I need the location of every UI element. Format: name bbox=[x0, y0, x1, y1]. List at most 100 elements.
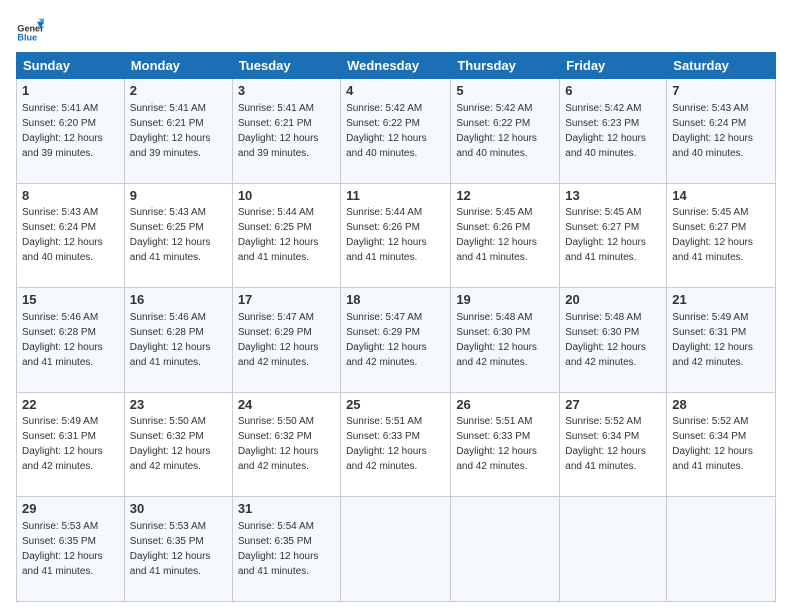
day-info: Sunrise: 5:44 AMSunset: 6:26 PMDaylight:… bbox=[346, 207, 427, 263]
day-info: Sunrise: 5:52 AMSunset: 6:34 PMDaylight:… bbox=[565, 416, 646, 472]
day-number: 1 bbox=[22, 82, 119, 100]
calendar-day-cell bbox=[341, 497, 451, 602]
day-info: Sunrise: 5:42 AMSunset: 6:23 PMDaylight:… bbox=[565, 103, 646, 159]
day-number: 11 bbox=[346, 187, 445, 205]
calendar-day-cell: 12 Sunrise: 5:45 AMSunset: 6:26 PMDaylig… bbox=[451, 183, 560, 288]
day-number: 5 bbox=[456, 82, 554, 100]
day-number: 26 bbox=[456, 396, 554, 414]
calendar-day-cell: 17 Sunrise: 5:47 AMSunset: 6:29 PMDaylig… bbox=[232, 288, 340, 393]
day-number: 18 bbox=[346, 291, 445, 309]
calendar-day-cell: 16 Sunrise: 5:46 AMSunset: 6:28 PMDaylig… bbox=[124, 288, 232, 393]
calendar-day-cell: 2 Sunrise: 5:41 AMSunset: 6:21 PMDayligh… bbox=[124, 79, 232, 184]
day-number: 16 bbox=[130, 291, 227, 309]
day-info: Sunrise: 5:46 AMSunset: 6:28 PMDaylight:… bbox=[22, 312, 103, 368]
day-info: Sunrise: 5:47 AMSunset: 6:29 PMDaylight:… bbox=[238, 312, 319, 368]
calendar-day-cell: 30 Sunrise: 5:53 AMSunset: 6:35 PMDaylig… bbox=[124, 497, 232, 602]
calendar-week-row: 1 Sunrise: 5:41 AMSunset: 6:20 PMDayligh… bbox=[17, 79, 776, 184]
day-number: 17 bbox=[238, 291, 335, 309]
day-info: Sunrise: 5:50 AMSunset: 6:32 PMDaylight:… bbox=[130, 416, 211, 472]
calendar-day-cell: 13 Sunrise: 5:45 AMSunset: 6:27 PMDaylig… bbox=[560, 183, 667, 288]
day-info: Sunrise: 5:48 AMSunset: 6:30 PMDaylight:… bbox=[565, 312, 646, 368]
day-number: 9 bbox=[130, 187, 227, 205]
calendar-day-cell: 31 Sunrise: 5:54 AMSunset: 6:35 PMDaylig… bbox=[232, 497, 340, 602]
calendar-day-cell: 9 Sunrise: 5:43 AMSunset: 6:25 PMDayligh… bbox=[124, 183, 232, 288]
calendar-day-cell: 28 Sunrise: 5:52 AMSunset: 6:34 PMDaylig… bbox=[667, 392, 776, 497]
calendar-day-cell: 4 Sunrise: 5:42 AMSunset: 6:22 PMDayligh… bbox=[341, 79, 451, 184]
day-of-week-header: Thursday bbox=[451, 53, 560, 79]
calendar-day-cell bbox=[667, 497, 776, 602]
day-info: Sunrise: 5:51 AMSunset: 6:33 PMDaylight:… bbox=[456, 416, 537, 472]
day-info: Sunrise: 5:41 AMSunset: 6:21 PMDaylight:… bbox=[238, 103, 319, 159]
day-info: Sunrise: 5:42 AMSunset: 6:22 PMDaylight:… bbox=[456, 103, 537, 159]
day-of-week-header: Monday bbox=[124, 53, 232, 79]
calendar-table: SundayMondayTuesdayWednesdayThursdayFrid… bbox=[16, 52, 776, 602]
calendar-day-cell: 27 Sunrise: 5:52 AMSunset: 6:34 PMDaylig… bbox=[560, 392, 667, 497]
day-of-week-header: Tuesday bbox=[232, 53, 340, 79]
day-number: 29 bbox=[22, 500, 119, 518]
calendar-header-row: SundayMondayTuesdayWednesdayThursdayFrid… bbox=[17, 53, 776, 79]
day-number: 10 bbox=[238, 187, 335, 205]
day-of-week-header: Sunday bbox=[17, 53, 125, 79]
day-number: 27 bbox=[565, 396, 661, 414]
calendar-day-cell: 15 Sunrise: 5:46 AMSunset: 6:28 PMDaylig… bbox=[17, 288, 125, 393]
calendar-day-cell: 22 Sunrise: 5:49 AMSunset: 6:31 PMDaylig… bbox=[17, 392, 125, 497]
logo: General Blue bbox=[16, 16, 50, 44]
calendar-day-cell: 7 Sunrise: 5:43 AMSunset: 6:24 PMDayligh… bbox=[667, 79, 776, 184]
calendar-week-row: 22 Sunrise: 5:49 AMSunset: 6:31 PMDaylig… bbox=[17, 392, 776, 497]
day-info: Sunrise: 5:49 AMSunset: 6:31 PMDaylight:… bbox=[672, 312, 753, 368]
calendar-day-cell: 25 Sunrise: 5:51 AMSunset: 6:33 PMDaylig… bbox=[341, 392, 451, 497]
day-number: 21 bbox=[672, 291, 770, 309]
calendar-day-cell: 3 Sunrise: 5:41 AMSunset: 6:21 PMDayligh… bbox=[232, 79, 340, 184]
day-number: 31 bbox=[238, 500, 335, 518]
day-info: Sunrise: 5:51 AMSunset: 6:33 PMDaylight:… bbox=[346, 416, 427, 472]
day-info: Sunrise: 5:49 AMSunset: 6:31 PMDaylight:… bbox=[22, 416, 103, 472]
calendar-week-row: 29 Sunrise: 5:53 AMSunset: 6:35 PMDaylig… bbox=[17, 497, 776, 602]
day-number: 20 bbox=[565, 291, 661, 309]
calendar-day-cell: 10 Sunrise: 5:44 AMSunset: 6:25 PMDaylig… bbox=[232, 183, 340, 288]
day-of-week-header: Friday bbox=[560, 53, 667, 79]
calendar-day-cell: 11 Sunrise: 5:44 AMSunset: 6:26 PMDaylig… bbox=[341, 183, 451, 288]
calendar-week-row: 8 Sunrise: 5:43 AMSunset: 6:24 PMDayligh… bbox=[17, 183, 776, 288]
calendar-day-cell: 18 Sunrise: 5:47 AMSunset: 6:29 PMDaylig… bbox=[341, 288, 451, 393]
day-info: Sunrise: 5:43 AMSunset: 6:24 PMDaylight:… bbox=[672, 103, 753, 159]
day-info: Sunrise: 5:45 AMSunset: 6:27 PMDaylight:… bbox=[565, 207, 646, 263]
day-info: Sunrise: 5:43 AMSunset: 6:24 PMDaylight:… bbox=[22, 207, 103, 263]
day-info: Sunrise: 5:53 AMSunset: 6:35 PMDaylight:… bbox=[130, 521, 211, 577]
day-info: Sunrise: 5:53 AMSunset: 6:35 PMDaylight:… bbox=[22, 521, 103, 577]
calendar-day-cell: 5 Sunrise: 5:42 AMSunset: 6:22 PMDayligh… bbox=[451, 79, 560, 184]
day-number: 24 bbox=[238, 396, 335, 414]
day-number: 15 bbox=[22, 291, 119, 309]
day-info: Sunrise: 5:44 AMSunset: 6:25 PMDaylight:… bbox=[238, 207, 319, 263]
day-number: 2 bbox=[130, 82, 227, 100]
calendar-day-cell: 1 Sunrise: 5:41 AMSunset: 6:20 PMDayligh… bbox=[17, 79, 125, 184]
day-number: 19 bbox=[456, 291, 554, 309]
day-number: 22 bbox=[22, 396, 119, 414]
calendar-day-cell bbox=[560, 497, 667, 602]
day-info: Sunrise: 5:50 AMSunset: 6:32 PMDaylight:… bbox=[238, 416, 319, 472]
day-info: Sunrise: 5:45 AMSunset: 6:27 PMDaylight:… bbox=[672, 207, 753, 263]
day-number: 7 bbox=[672, 82, 770, 100]
calendar-day-cell: 6 Sunrise: 5:42 AMSunset: 6:23 PMDayligh… bbox=[560, 79, 667, 184]
day-info: Sunrise: 5:47 AMSunset: 6:29 PMDaylight:… bbox=[346, 312, 427, 368]
day-info: Sunrise: 5:48 AMSunset: 6:30 PMDaylight:… bbox=[456, 312, 537, 368]
day-number: 8 bbox=[22, 187, 119, 205]
svg-text:Blue: Blue bbox=[17, 33, 37, 43]
calendar-day-cell: 20 Sunrise: 5:48 AMSunset: 6:30 PMDaylig… bbox=[560, 288, 667, 393]
day-number: 13 bbox=[565, 187, 661, 205]
calendar-day-cell: 8 Sunrise: 5:43 AMSunset: 6:24 PMDayligh… bbox=[17, 183, 125, 288]
day-info: Sunrise: 5:45 AMSunset: 6:26 PMDaylight:… bbox=[456, 207, 537, 263]
day-info: Sunrise: 5:41 AMSunset: 6:21 PMDaylight:… bbox=[130, 103, 211, 159]
day-info: Sunrise: 5:52 AMSunset: 6:34 PMDaylight:… bbox=[672, 416, 753, 472]
day-number: 30 bbox=[130, 500, 227, 518]
header: General Blue bbox=[16, 16, 776, 44]
page: General Blue SundayMondayTuesdayWednesda… bbox=[0, 0, 792, 612]
calendar-day-cell: 26 Sunrise: 5:51 AMSunset: 6:33 PMDaylig… bbox=[451, 392, 560, 497]
calendar-day-cell: 14 Sunrise: 5:45 AMSunset: 6:27 PMDaylig… bbox=[667, 183, 776, 288]
day-number: 14 bbox=[672, 187, 770, 205]
day-info: Sunrise: 5:54 AMSunset: 6:35 PMDaylight:… bbox=[238, 521, 319, 577]
day-of-week-header: Saturday bbox=[667, 53, 776, 79]
calendar-week-row: 15 Sunrise: 5:46 AMSunset: 6:28 PMDaylig… bbox=[17, 288, 776, 393]
logo-icon: General Blue bbox=[16, 16, 44, 44]
day-info: Sunrise: 5:46 AMSunset: 6:28 PMDaylight:… bbox=[130, 312, 211, 368]
day-number: 25 bbox=[346, 396, 445, 414]
